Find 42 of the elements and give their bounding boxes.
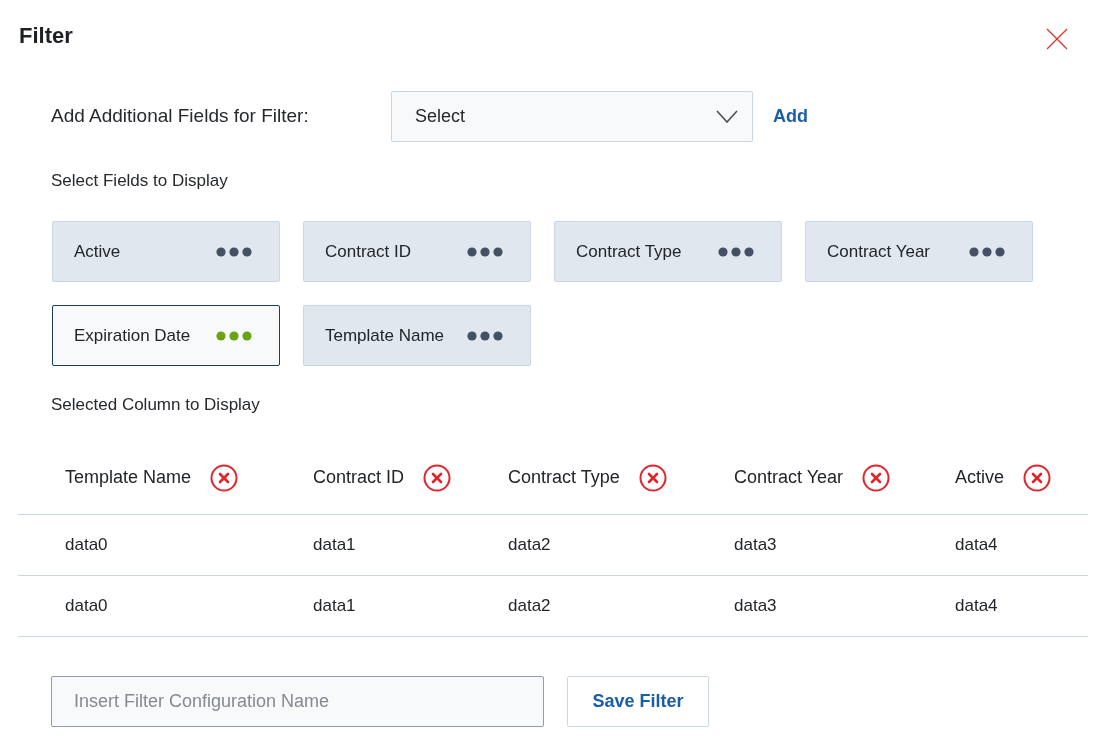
table-cell: data4 (955, 596, 998, 616)
table-cell: data3 (734, 535, 777, 555)
more-dots-icon[interactable] (718, 246, 754, 257)
table-cell: data1 (313, 596, 356, 616)
column-header: Template Name (65, 466, 192, 489)
table-cell: data2 (508, 596, 551, 616)
more-dots-icon[interactable] (467, 246, 503, 257)
more-dots-icon[interactable] (216, 246, 252, 257)
field-chip[interactable]: Contract ID (303, 221, 531, 282)
table-cell: data0 (65, 596, 108, 616)
remove-icon[interactable] (862, 463, 891, 492)
field-chip[interactable]: Template Name (303, 305, 531, 366)
column-header: Active (955, 466, 1005, 489)
select-dropdown[interactable]: Select (391, 91, 753, 142)
column-header: Contract ID (313, 466, 405, 489)
column-header: Contract Year (734, 466, 844, 489)
close-icon[interactable] (1046, 28, 1068, 50)
more-dots-icon[interactable] (969, 246, 1005, 257)
remove-icon[interactable] (210, 463, 239, 492)
table-cell: data0 (65, 535, 108, 555)
dialog-title: Filter (19, 22, 73, 50)
more-dots-icon[interactable] (467, 330, 503, 341)
field-chip[interactable]: Contract Type (554, 221, 782, 282)
field-chip[interactable]: Expiration Date (52, 305, 280, 366)
table-cell: data3 (734, 596, 777, 616)
save-button[interactable]: Save Filter (567, 676, 709, 727)
more-dots-icon[interactable] (216, 330, 252, 341)
field-chip[interactable]: Active (52, 221, 280, 282)
table-cell: data1 (313, 535, 356, 555)
field-label: Add Additional Fields for Filter: (51, 105, 309, 127)
remove-icon[interactable] (638, 463, 667, 492)
remove-icon[interactable] (1023, 463, 1052, 492)
table-cell: data2 (508, 535, 551, 555)
column-header: Contract Type (508, 466, 620, 489)
remove-icon[interactable] (423, 463, 452, 492)
section-heading: Selected Column to Display (51, 394, 260, 416)
field-chip[interactable]: Contract Year (805, 221, 1033, 282)
section-heading: Select Fields to Display (51, 170, 228, 192)
chevron-down-icon (716, 110, 738, 123)
input-field[interactable]: Insert Filter Configuration Name (51, 676, 544, 727)
table-cell: data4 (955, 535, 998, 555)
add-link[interactable]: Add (773, 103, 808, 130)
